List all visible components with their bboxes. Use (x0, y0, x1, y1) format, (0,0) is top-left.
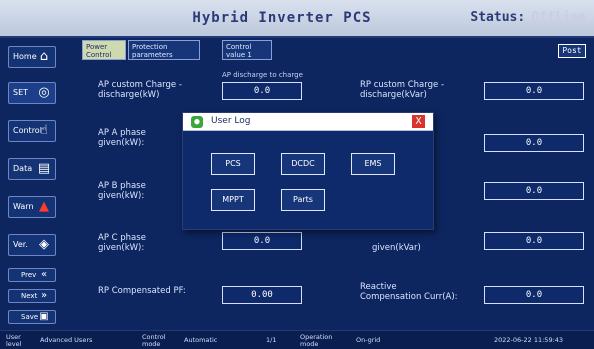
tab-power-control[interactable]: Power Control (82, 40, 126, 60)
parts-log-button[interactable]: Parts (281, 189, 325, 211)
close-icon[interactable]: X (412, 115, 425, 128)
operation-mode-label: Operation mode (300, 333, 333, 348)
side-nav: Home ⌂ SET ◎ Control ☝ Data ▤ Warn ▲ Ver… (4, 44, 56, 334)
operation-mode-value: On-grid (356, 336, 381, 344)
nav-prev-label: Prev (21, 271, 37, 279)
nav-version-label: Ver. (13, 240, 28, 249)
home-icon: ⌂ (39, 49, 49, 64)
nav-data-button[interactable]: Data ▤ (8, 158, 56, 180)
rp-c-phase-input[interactable]: 0.0 (484, 232, 584, 250)
ap-charge-input[interactable]: 0.0 (222, 82, 302, 100)
nav-warn-label: Warn (13, 202, 34, 211)
ap-c-phase-label: AP C phase given(kW): (98, 233, 146, 253)
pf-input[interactable]: 0.00 (222, 286, 302, 304)
nav-save-label: Save (21, 313, 39, 321)
mppt-log-button[interactable]: MPPT (211, 189, 255, 211)
save-icon: ▣ (39, 311, 49, 322)
rp-charge-label: RP custom Charge -discharge(kVar) (360, 80, 445, 100)
tab-control-value[interactable]: Control value 1 (222, 40, 272, 60)
control-mode-value: Automatic (184, 336, 218, 344)
nav-home-label: Home (13, 52, 37, 61)
post-button[interactable]: Post (558, 44, 586, 58)
datetime-display: 2022-06-22 11:59:43 (494, 336, 564, 344)
pf-label: RP Compensated PF: (98, 286, 186, 296)
rp-a-phase-input[interactable]: 0.0 (484, 134, 584, 152)
nav-next-label: Next (21, 292, 38, 300)
ap-charge-label: AP custom Charge -discharge(kW) (98, 80, 182, 100)
data-icon: ▤ (37, 161, 51, 176)
pcs-log-button[interactable]: PCS (211, 153, 255, 175)
user-log-icon: ● (191, 116, 203, 128)
nav-set-button[interactable]: SET ◎ (8, 82, 56, 104)
reactive-compensation-label: Reactive Compensation Curr(A): (360, 282, 458, 302)
control-mode-label: Control mode (142, 333, 166, 348)
status-value: Offline (531, 10, 586, 25)
rp-charge-input[interactable]: 0.0 (484, 82, 584, 100)
ap-charge-hint: AP discharge to charge (222, 71, 303, 79)
inverter-screen: Hybrid Inverter PCS Status: Offline Home … (0, 0, 594, 349)
ap-c-phase-input[interactable]: 0.0 (222, 232, 302, 250)
alarm-icon: ▲ (39, 199, 49, 214)
prev-icon: « (40, 269, 48, 280)
status-footer: User level Advanced Users Control mode A… (0, 330, 594, 349)
status-label: Status: (470, 10, 526, 25)
hand-icon: ☝ (40, 123, 48, 138)
nav-set-label: SET (13, 88, 29, 97)
dcdc-log-button[interactable]: DCDC (281, 153, 325, 175)
nav-prev-button[interactable]: Prev « (8, 268, 56, 282)
ems-log-button[interactable]: EMS (351, 153, 395, 175)
user-level-label: User level (6, 333, 22, 348)
nav-save-button[interactable]: Save ▣ (8, 310, 56, 324)
tab-protection-parameters[interactable]: Protection parameters (128, 40, 200, 60)
header-bar: Hybrid Inverter PCS Status: Offline (0, 0, 594, 38)
user-log-dialog: ● User Log X PCS DCDC EMS MPPT Parts (182, 112, 434, 230)
nav-control-button[interactable]: Control ☝ (8, 120, 56, 142)
nav-data-label: Data (13, 164, 33, 173)
dialog-title: User Log (211, 116, 251, 126)
reactive-compensation-input[interactable]: 0.0 (484, 286, 584, 304)
dialog-body: PCS DCDC EMS MPPT Parts (183, 131, 433, 229)
ap-b-phase-label: AP B phase given(kW): (98, 181, 146, 201)
next-icon: » (40, 290, 48, 301)
nav-home-button[interactable]: Home ⌂ (8, 46, 56, 68)
nav-warn-button[interactable]: Warn ▲ (8, 196, 56, 218)
nav-next-button[interactable]: Next » (8, 289, 56, 303)
nav-version-button[interactable]: Ver. ◈ (8, 234, 56, 256)
dialog-titlebar: ● User Log X (183, 113, 433, 131)
layers-icon: ◈ (39, 237, 49, 252)
status-indicator: Status: Offline (470, 10, 586, 25)
page-indicator: 1/1 (266, 336, 277, 344)
rp-b-phase-input[interactable]: 0.0 (484, 182, 584, 200)
user-level-value: Advanced Users (40, 336, 93, 344)
settings-icon: ◎ (38, 85, 50, 100)
rp-c-phase-label: given(kVar) (372, 243, 421, 253)
ap-a-phase-label: AP A phase given(kW): (98, 128, 146, 148)
